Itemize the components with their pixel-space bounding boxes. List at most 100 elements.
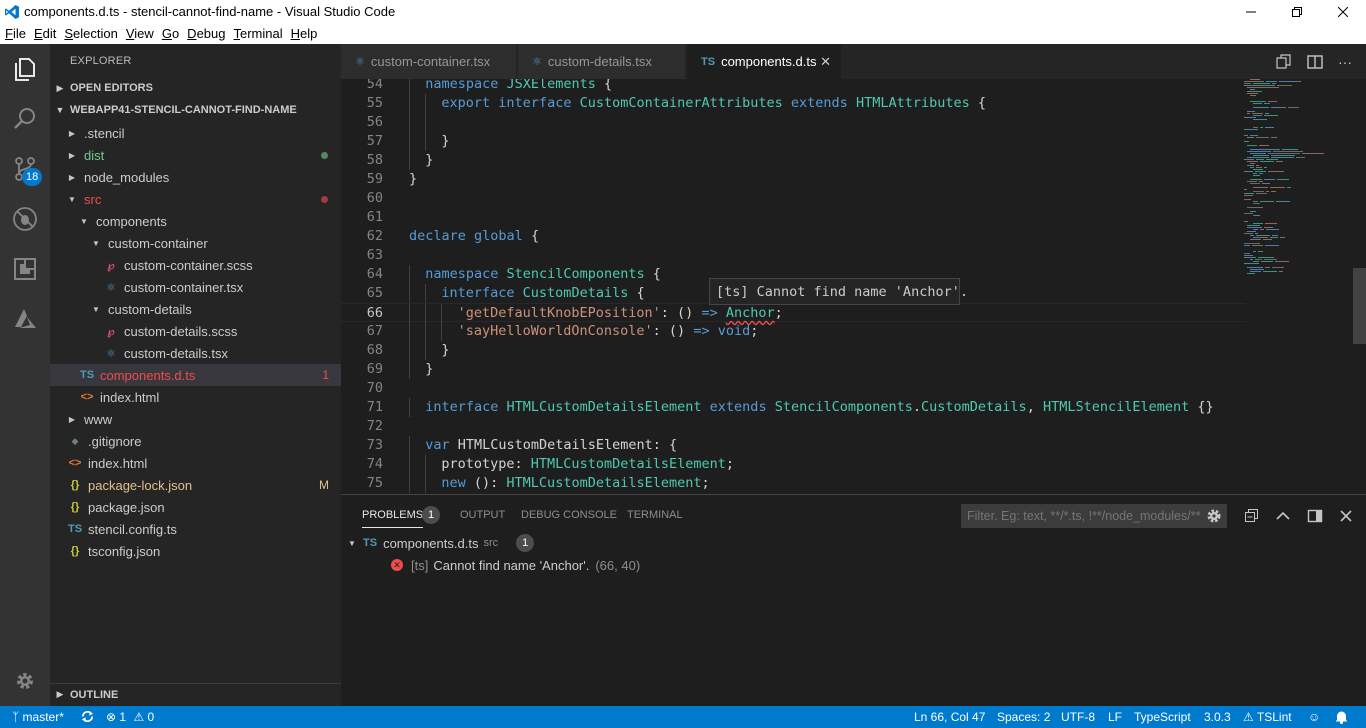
file-decoration: M <box>319 478 329 492</box>
minimap-line <box>1277 179 1289 180</box>
tab-output[interactable]: OUTPUT <box>460 509 505 521</box>
minimize-button[interactable] <box>1228 0 1274 24</box>
collapse-all-button[interactable] <box>1242 506 1262 526</box>
tree-file[interactable]: ⚛ custom-details.tsx <box>50 342 341 364</box>
editor-scrollbar-thumb[interactable] <box>1353 268 1366 344</box>
outline-header[interactable]: ▶ OUTLINE <box>50 683 341 705</box>
minimap-line <box>1244 135 1248 136</box>
problem-row[interactable]: ✕ [ts] Cannot find name 'Anchor'. (66, 4… <box>341 554 1366 576</box>
tree-file[interactable]: ⚛ custom-container.tsx <box>50 276 341 298</box>
menu-view[interactable]: View <box>121 24 156 44</box>
branch-indicator[interactable]: ᛉ master* <box>12 710 64 724</box>
debug-activity[interactable] <box>0 194 50 244</box>
minimap-line <box>1253 107 1269 108</box>
warning-count: 0 <box>147 710 155 724</box>
code-token: export <box>441 95 499 111</box>
tree-item-label: custom-container <box>108 235 208 251</box>
indent-guide <box>441 304 443 323</box>
tree-file[interactable]: TS stencil.config.ts <box>50 518 341 540</box>
menu-label-rest: ebug <box>196 26 226 41</box>
tab-debug-console[interactable]: DEBUG CONSOLE <box>521 509 617 521</box>
tab-label: custom-container.tsx <box>370 54 491 69</box>
menu-selection[interactable]: Selection <box>59 24 119 44</box>
code-line: 60 <box>341 189 1246 208</box>
tree-folder[interactable]: ▶ .stencil <box>50 122 341 144</box>
tree-file[interactable]: {} package-lock.json M <box>50 474 341 496</box>
minimap-line <box>1271 191 1276 192</box>
open-changes-button[interactable] <box>1274 52 1294 72</box>
problems-filter-input[interactable] <box>961 504 1227 528</box>
minimap-line <box>1247 161 1258 162</box>
error-icon: ✕ <box>391 559 403 571</box>
minimap[interactable] <box>1244 79 1354 279</box>
minimap-line <box>1265 223 1277 224</box>
tab-terminal[interactable]: TERMINAL <box>627 509 683 521</box>
tree-folder[interactable]: ▼ src <box>50 188 341 210</box>
line-number: 59 <box>366 171 383 187</box>
tree-folder[interactable]: ▼ components <box>50 210 341 232</box>
indent-guide <box>409 284 410 303</box>
toggle-panel-position-button[interactable] <box>1305 506 1325 526</box>
azure-activity[interactable] <box>0 294 50 344</box>
extensions-activity[interactable] <box>0 244 50 294</box>
problem-file-row[interactable]: ▼ TS components.d.ts src 1 <box>341 532 1366 554</box>
language-mode[interactable]: TypeScript <box>1134 710 1191 724</box>
feedback-button[interactable]: ☺ <box>1308 710 1320 724</box>
close-panel-button[interactable] <box>1336 506 1356 526</box>
tree-file[interactable]: ℘ custom-details.scss <box>50 320 341 342</box>
filter-options-button[interactable] <box>1204 506 1224 526</box>
tree-file[interactable]: {} tsconfig.json <box>50 540 341 562</box>
menu-edit[interactable]: Edit <box>29 24 58 44</box>
notifications-button[interactable] <box>1335 710 1348 727</box>
problems-indicator[interactable]: ⊗ 1 ⚠ 0 <box>106 710 154 724</box>
settings-activity[interactable] <box>0 656 50 706</box>
tree-folder[interactable]: ▶ dist <box>50 144 341 166</box>
eol-setting[interactable]: LF <box>1108 710 1122 724</box>
search-activity[interactable] <box>0 94 50 144</box>
menu-help[interactable]: Help <box>286 24 320 44</box>
menu-go[interactable]: Go <box>157 24 181 44</box>
explorer-activity[interactable] <box>0 44 50 94</box>
menu-terminal[interactable]: Terminal <box>228 24 284 44</box>
tree-item-label: stencil.config.ts <box>88 521 177 537</box>
code-text: export interface CustomContainerAttribut… <box>441 94 986 113</box>
tree-file[interactable]: ◆ .gitignore <box>50 430 341 452</box>
tab-problems[interactable]: PROBLEMS <box>362 509 424 528</box>
tree-folder[interactable]: ▼ custom-container <box>50 232 341 254</box>
tree-file[interactable]: <> index.html <box>50 452 341 474</box>
cursor-position[interactable]: Ln 66, Col 47 <box>914 710 985 724</box>
tree-file[interactable]: TS components.d.ts 1 <box>50 364 341 386</box>
tree-item-label: custom-details.tsx <box>124 345 229 361</box>
tree-folder[interactable]: ▶ www <box>50 408 341 430</box>
tslint-status[interactable]: ⚠ TSLint <box>1243 710 1292 724</box>
minimap-line <box>1253 203 1260 204</box>
restore-button[interactable] <box>1274 0 1320 24</box>
sync-button[interactable] <box>81 710 94 726</box>
tree-file[interactable]: {} package.json <box>50 496 341 518</box>
tab-custom-container-tsx[interactable]: ⚛ custom-container.tsx <box>341 44 517 79</box>
tree-folder[interactable]: ▶ node_modules <box>50 166 341 188</box>
minimap-line <box>1271 137 1277 138</box>
encoding-setting[interactable]: UTF-8 <box>1061 710 1095 724</box>
maximize-panel-button[interactable] <box>1273 506 1293 526</box>
close-window-button[interactable] <box>1320 0 1366 24</box>
tab-custom-details-tsx[interactable]: ⚛ custom-details.tsx <box>518 44 686 79</box>
more-actions-button[interactable]: ··· <box>1335 52 1355 72</box>
tree-file[interactable]: <> index.html <box>50 386 341 408</box>
project-folder-header[interactable]: ▼ WEBAPP41-STENCIL-CANNOT-FIND-NAME <box>50 99 341 121</box>
split-editor-button[interactable] <box>1305 52 1325 72</box>
menu-file[interactable]: File <box>0 24 28 44</box>
indent-guide <box>409 436 410 455</box>
tree-folder[interactable]: ▼ custom-details <box>50 298 341 320</box>
indentation-setting[interactable]: Spaces: 2 <box>997 710 1050 724</box>
code-token: declare <box>409 228 475 244</box>
code-line: 71 interface HTMLCustomDetailsElement ext… <box>341 398 1246 417</box>
minimap-line <box>1277 85 1292 86</box>
open-editors-header[interactable]: ▶ OPEN EDITORS <box>50 77 341 99</box>
tab-components-d-ts[interactable]: TS components.d.ts ✕ <box>687 44 842 79</box>
close-tab-icon[interactable]: ✕ <box>820 54 831 70</box>
typescript-version[interactable]: 3.0.3 <box>1204 710 1231 724</box>
line-number: 54 <box>366 79 383 92</box>
tree-file[interactable]: ℘ custom-container.scss <box>50 254 341 276</box>
menu-debug[interactable]: Debug <box>182 24 227 44</box>
